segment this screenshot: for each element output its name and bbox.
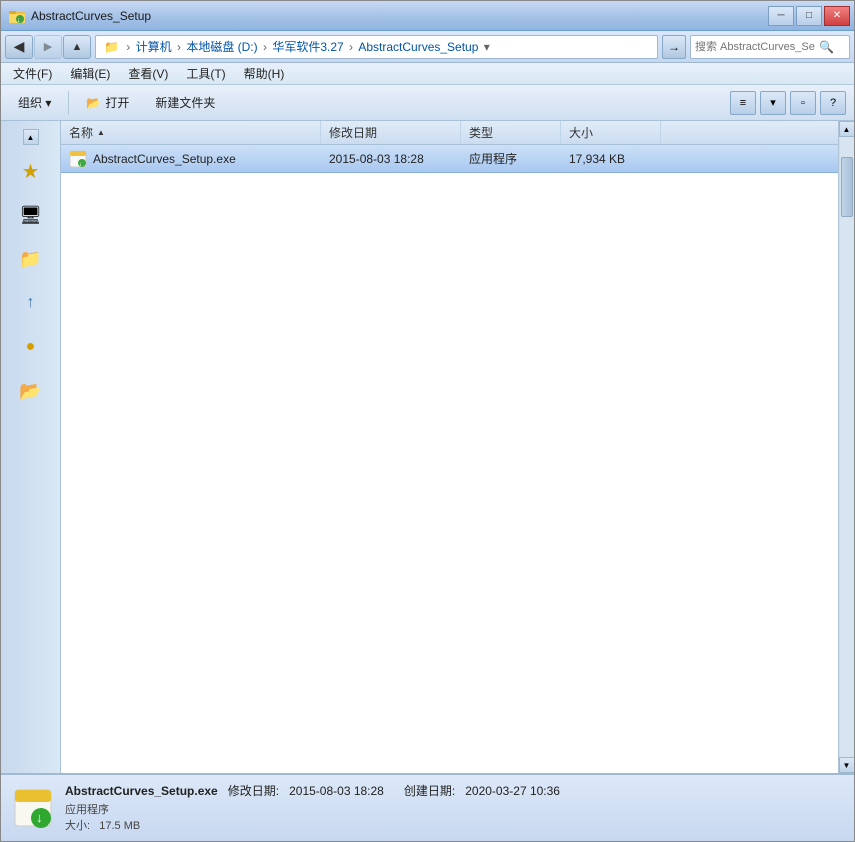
breadcrumb-item-computer[interactable]: 计算机 — [136, 38, 172, 55]
title-bar-left: ↓ AbstractCurves_Setup — [9, 8, 151, 24]
sort-arrow: ▲ — [97, 128, 105, 137]
col-header-size[interactable]: 大小 — [561, 121, 661, 144]
file-type-cell: 应用程序 — [461, 145, 561, 172]
open-label: 打开 — [105, 94, 129, 111]
title-bar-buttons: ─ □ ✕ — [768, 6, 850, 26]
new-folder-button[interactable]: 新建文件夹 — [146, 89, 224, 116]
file-list: ↓ AbstractCurves_Setup.exe 2015-08-03 18… — [61, 145, 838, 773]
minimize-button[interactable]: ─ — [768, 6, 794, 26]
address-bar: ◀ ▶ ▲ 📁 › 计算机 › 本地磁盘 (D:) › 华军软件3.27 › A… — [1, 31, 854, 63]
organize-label: 组织 ▾ — [18, 94, 51, 111]
close-button[interactable]: ✕ — [824, 6, 850, 26]
sidebar-scroll-up[interactable]: ▲ — [23, 129, 39, 145]
toolbar-right: ≡ ▾ ▫ ? — [730, 91, 846, 115]
maximize-button[interactable]: □ — [796, 6, 822, 26]
sidebar: ▲ ★ 🖥 📁 ↑ ● 📂 — [1, 121, 61, 773]
toolbar-separator — [68, 91, 69, 115]
sidebar-item-favorites[interactable]: ★ — [13, 153, 49, 189]
file-name-cell: ↓ AbstractCurves_Setup.exe — [61, 145, 321, 172]
view-dropdown-button[interactable]: ▾ — [760, 91, 786, 115]
circle-icon: ● — [26, 338, 36, 356]
open-button[interactable]: 📂 打开 — [77, 89, 138, 116]
status-created-date: 2020-03-27 10:36 — [465, 784, 560, 798]
sidebar-item-computer[interactable]: 🖥 — [13, 197, 49, 233]
menu-tools[interactable]: 工具(T) — [178, 63, 233, 84]
status-bar: ↓ AbstractCurves_Setup.exe 修改日期: 2015-08… — [1, 773, 854, 841]
scroll-track — [840, 137, 854, 757]
scroll-down-arrow[interactable]: ▼ — [839, 757, 855, 773]
sidebar-item-up[interactable]: ↑ — [13, 285, 49, 321]
main-area: ▲ ★ 🖥 📁 ↑ ● 📂 名称 — [1, 121, 854, 773]
up-button[interactable]: ▲ — [63, 35, 91, 59]
file-list-scrollbar: ▲ ▼ — [838, 121, 854, 773]
breadcrumb-item-folder1[interactable]: 华军软件3.27 — [272, 38, 343, 55]
file-area: 名称 ▲ 修改日期 类型 大小 — [61, 121, 838, 773]
col-header-date[interactable]: 修改日期 — [321, 121, 461, 144]
explorer-window: ↓ AbstractCurves_Setup ─ □ ✕ ◀ ▶ ▲ 📁 › 计… — [0, 0, 855, 842]
breadcrumb-item-drive[interactable]: 本地磁盘 (D:) — [186, 38, 257, 55]
svg-text:↓: ↓ — [79, 162, 82, 168]
menu-file[interactable]: 文件(F) — [5, 63, 60, 84]
search-input[interactable] — [695, 41, 815, 53]
search-icon[interactable]: 🔍 — [819, 40, 834, 54]
status-modified-label: 修改日期: — [228, 784, 279, 798]
breadcrumb-item-folder2[interactable]: AbstractCurves_Setup — [358, 40, 478, 54]
breadcrumb-sep: 📁 — [104, 40, 119, 54]
breadcrumb-dropdown[interactable]: ▾ — [480, 40, 489, 54]
star-icon: ★ — [22, 159, 40, 184]
help-button[interactable]: ? — [820, 91, 846, 115]
title-bar-icon: ↓ — [9, 8, 25, 24]
table-row[interactable]: ↓ AbstractCurves_Setup.exe 2015-08-03 18… — [61, 145, 838, 173]
scroll-up-arrow[interactable]: ▲ — [839, 121, 855, 137]
menu-help[interactable]: 帮助(H) — [236, 63, 293, 84]
col-header-type[interactable]: 类型 — [461, 121, 561, 144]
svg-text:↓: ↓ — [36, 810, 43, 825]
search-box: 🔍 — [690, 35, 850, 59]
status-modified-date: 2015-08-03 18:28 — [289, 784, 384, 798]
file-date-cell: 2015-08-03 18:28 — [321, 145, 461, 172]
open-icon: 📂 — [86, 96, 101, 110]
computer-icon: 🖥 — [19, 205, 42, 226]
organize-button[interactable]: 组织 ▾ — [9, 89, 60, 116]
menu-view[interactable]: 查看(V) — [120, 63, 176, 84]
col-header-name[interactable]: 名称 ▲ — [61, 121, 321, 144]
status-info: AbstractCurves_Setup.exe 修改日期: 2015-08-0… — [65, 782, 842, 835]
go-button[interactable]: → — [662, 35, 686, 59]
view-toggle-button[interactable]: ≡ — [730, 91, 756, 115]
menu-bar: 文件(F) 编辑(E) 查看(V) 工具(T) 帮助(H) — [1, 63, 854, 85]
status-type: 应用程序 — [65, 801, 842, 817]
status-filename: AbstractCurves_Setup.exe 修改日期: 2015-08-0… — [65, 782, 842, 799]
up-arrow-icon: ↑ — [27, 294, 35, 312]
status-size: 大小: 17.5 MB — [65, 817, 842, 833]
status-created-label: 创建日期: — [404, 784, 455, 798]
title-bar: ↓ AbstractCurves_Setup ─ □ ✕ — [1, 1, 854, 31]
scroll-thumb[interactable] — [841, 157, 853, 217]
sidebar-item-circle[interactable]: ● — [13, 329, 49, 365]
forward-button[interactable]: ▶ — [34, 35, 62, 59]
toolbar: 组织 ▾ 📂 打开 新建文件夹 ≡ ▾ ▫ ? — [1, 85, 854, 121]
back-button[interactable]: ◀ — [5, 35, 33, 59]
folder-icon: 📁 — [19, 249, 41, 270]
preview-pane-button[interactable]: ▫ — [790, 91, 816, 115]
svg-text:↓: ↓ — [17, 17, 21, 24]
breadcrumb[interactable]: 📁 › 计算机 › 本地磁盘 (D:) › 华军软件3.27 › Abstrac… — [95, 35, 658, 59]
menu-edit[interactable]: 编辑(E) — [62, 63, 118, 84]
folder2-icon: 📂 — [19, 381, 41, 402]
status-file-icon: ↓ — [13, 788, 53, 828]
sidebar-item-folder2[interactable]: 📂 — [13, 373, 49, 409]
file-header: 名称 ▲ 修改日期 类型 大小 — [61, 121, 838, 145]
nav-buttons: ◀ ▶ ▲ — [5, 35, 91, 59]
breadcrumb-sep-arrow: › — [123, 40, 134, 54]
sidebar-item-folder[interactable]: 📁 — [13, 241, 49, 277]
title-bar-text: AbstractCurves_Setup — [31, 9, 151, 23]
exe-icon: ↓ — [69, 150, 87, 168]
file-size-cell: 17,934 KB — [561, 145, 661, 172]
new-folder-label: 新建文件夹 — [155, 94, 215, 111]
